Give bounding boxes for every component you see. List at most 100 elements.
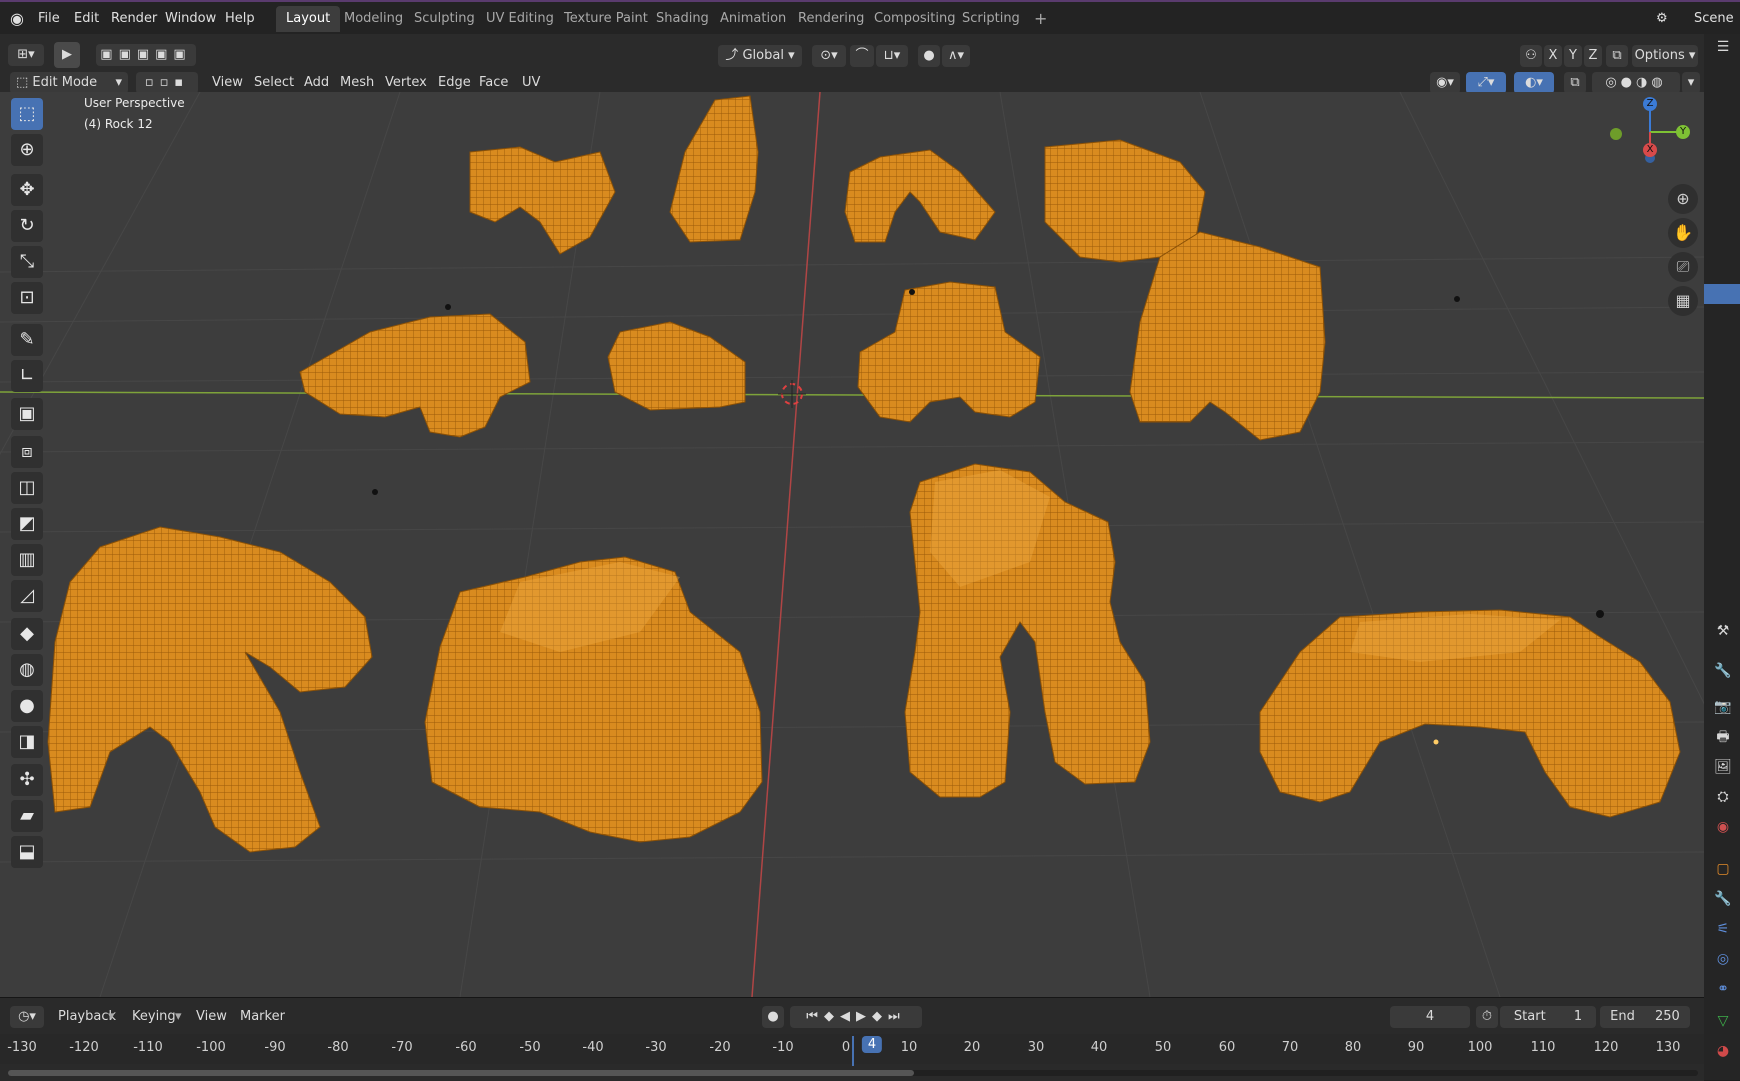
menu-window[interactable]: Window [165,8,216,30]
current-frame-field[interactable]: 4 [1390,1006,1470,1028]
tab-modeling[interactable]: Modeling [334,6,413,32]
rotate-tool-icon[interactable]: ↻ [11,210,43,242]
outliner-icon[interactable]: ☰ [1712,36,1734,58]
bevel-tool-icon[interactable]: ◩ [11,508,43,540]
annotate-tool-icon[interactable]: ✎ [11,324,43,356]
scene-label[interactable]: Scene [1694,8,1734,30]
camera-view-icon[interactable]: ⎚ [1668,252,1698,282]
menu-mesh[interactable]: Mesh [340,72,374,94]
tool-settings-icon[interactable]: ⚒ [1712,620,1734,642]
rock-mesh[interactable] [47,526,373,853]
visibility-dropdown[interactable]: ◉▾ [1430,72,1460,94]
spin-tool-icon[interactable]: ◍ [11,654,43,686]
pan-hand-icon[interactable]: ✋ [1668,218,1698,248]
cursor-tool-icon[interactable]: ⊕ [11,134,43,166]
mirror-x-toggle[interactable]: X [1544,45,1562,67]
physics-properties-icon[interactable]: ◎ [1712,948,1734,970]
gizmo-x-axis[interactable]: X [1643,143,1657,157]
mirror-icon[interactable]: ⚇ [1520,45,1542,67]
options-dropdown[interactable]: Options ▾ [1632,45,1698,67]
select-box-tool-icon[interactable]: ⬚ [11,98,43,130]
3d-cursor-icon[interactable] [778,380,806,408]
render-properties-icon[interactable]: 📷 [1712,696,1734,718]
gizmo-z-axis[interactable]: Z [1643,97,1657,111]
world-properties-icon[interactable]: ◉ [1712,816,1734,838]
rock-mesh[interactable] [844,149,996,243]
menu-face[interactable]: Face [479,72,508,94]
rock-mesh[interactable] [669,95,759,243]
perspective-grid-icon[interactable]: ▦ [1668,286,1698,316]
playback-controls[interactable]: ⏮◆◀▶◆⏭ [790,1006,922,1028]
menu-file[interactable]: File [38,8,60,30]
measure-tool-icon[interactable]: ∟ [11,360,43,392]
shading-options-dropdown[interactable]: ▾ [1682,72,1700,94]
modifier-properties-icon[interactable]: 🔧 [1712,888,1734,910]
poly-build-tool-icon[interactable]: ◆ [11,618,43,650]
rock-mesh[interactable] [469,146,616,255]
output-properties-icon[interactable]: 🖶 [1712,726,1734,748]
xray-toggle-icon[interactable]: ⧉ [1564,72,1586,94]
shrink-fatten-tool-icon[interactable]: ✣ [11,764,43,796]
smooth-tool-icon[interactable]: ● [11,690,43,722]
menu-edit[interactable]: Edit [74,8,99,30]
navigation-gizmo[interactable]: Z Y X [1600,92,1690,172]
topology-mirror-icon[interactable]: ⧉ [1606,45,1628,67]
gizmo-toggle[interactable]: ⤢▾ [1466,72,1506,94]
knife-tool-icon[interactable]: ◿ [11,580,43,612]
tab-animation[interactable]: Animation [710,6,796,32]
shear-tool-icon[interactable]: ▰ [11,800,43,832]
inset-faces-tool-icon[interactable]: ◫ [11,472,43,504]
selection-mode-buttons[interactable]: ▣▣▣▣▣ [96,44,196,66]
mirror-y-toggle[interactable]: Y [1564,45,1582,67]
snap-target-dropdown[interactable]: ⊔▾ [876,45,908,67]
extrude-region-tool-icon[interactable]: ⧈ [11,436,43,468]
gizmo-y-axis[interactable]: Y [1676,125,1690,139]
3d-viewport[interactable]: User Perspective (4) Rock 12 Z Y X ⊕ ✋ ⎚… [0,92,1704,997]
data-properties-icon[interactable]: ▽ [1712,1010,1734,1032]
menu-help[interactable]: Help [225,8,255,30]
rock-mesh[interactable] [299,313,531,438]
add-workspace-button[interactable]: + [1024,6,1057,32]
pivot-point-dropdown[interactable]: ⊙▾ [812,45,846,67]
object-properties-icon[interactable]: ▢ [1712,858,1734,880]
select-mode-vertex-edge-face[interactable]: ▫▫▪ [136,72,198,94]
constraints-properties-icon[interactable]: ⚭ [1712,978,1734,1000]
rock-mesh[interactable] [1129,231,1326,441]
edge-slide-tool-icon[interactable]: ◨ [11,726,43,758]
menu-select[interactable]: Select [254,72,294,94]
falloff-dropdown[interactable]: ∧▾ [942,45,970,67]
tab-texture-paint[interactable]: Texture Paint [554,6,658,32]
timeline-menu-keying[interactable]: Keying [132,1006,176,1028]
tab-layout[interactable]: Layout [276,6,341,32]
timeline-menu-marker[interactable]: Marker [240,1006,285,1028]
menu-view[interactable]: View [212,72,243,94]
loop-cut-tool-icon[interactable]: ▥ [11,544,43,576]
current-frame-indicator[interactable]: 4 [861,1036,883,1053]
orientation-dropdown[interactable]: ⤴ Global ▾ [718,45,802,67]
mode-dropdown[interactable]: ⬚ Edit Mode ▾ [10,72,128,94]
shading-mode-buttons[interactable]: ◎●◑◍ [1592,72,1680,94]
tab-shading[interactable]: Shading [646,6,719,32]
tab-rendering[interactable]: Rendering [788,6,874,32]
menu-vertex[interactable]: Vertex [385,72,427,94]
scale-tool-icon[interactable]: ⤡ [11,246,43,278]
record-keyframe-icon[interactable]: ● [762,1006,784,1028]
tab-scripting[interactable]: Scripting [952,6,1030,32]
menu-edge[interactable]: Edge [438,72,471,94]
select-tool-icon[interactable]: ▶ [54,42,80,68]
view-layer-icon[interactable]: 🖼 [1712,756,1734,778]
zoom-icon[interactable]: ⊕ [1668,184,1698,214]
move-tool-icon[interactable]: ✥ [11,174,43,206]
blender-logo-icon[interactable]: ◉ [10,8,24,30]
tab-sculpting[interactable]: Sculpting [404,6,485,32]
menu-uv[interactable]: UV [522,72,540,94]
tab-uv-editing[interactable]: UV Editing [476,6,564,32]
menu-add[interactable]: Add [304,72,329,94]
viewport-canvas[interactable] [0,92,1704,997]
scene-icon[interactable]: ⚙ [1656,8,1668,30]
material-properties-icon[interactable]: ◕ [1712,1040,1734,1062]
rip-region-tool-icon[interactable]: ⬓ [11,836,43,868]
tab-compositing[interactable]: Compositing [864,6,966,32]
menu-render[interactable]: Render [111,8,157,30]
transform-tool-icon[interactable]: ⊡ [11,282,43,314]
